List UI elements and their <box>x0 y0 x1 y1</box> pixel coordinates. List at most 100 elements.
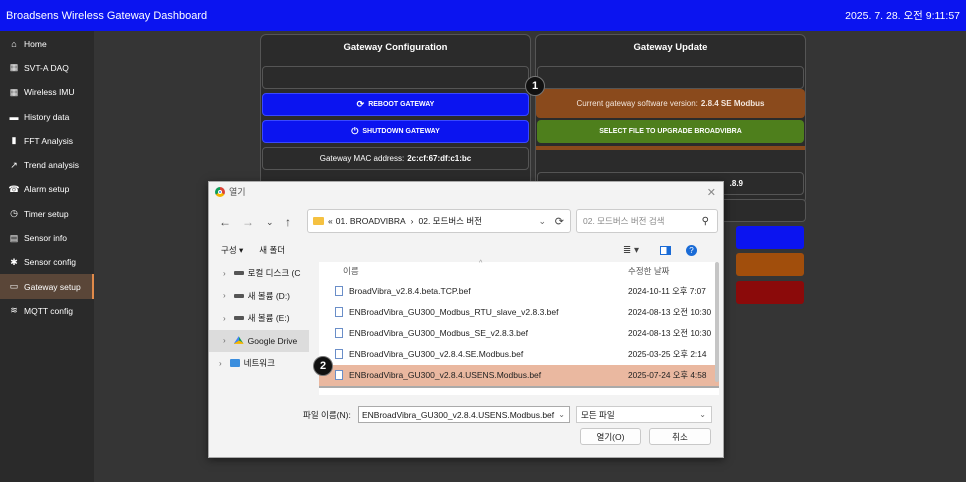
folder-icon: ▬ <box>9 111 19 122</box>
sidebar-item[interactable]: ▦ Wireless IMU <box>0 80 94 104</box>
app-title: Broadsens Wireless Gateway Dashboard <box>6 9 208 22</box>
sidebar-item-label: Home <box>24 38 47 49</box>
cancel-button[interactable]: 취소 <box>649 428 711 445</box>
select-file-button[interactable]: SELECT FILE TO UPGRADE BROADVIBRA <box>537 120 804 143</box>
forward-arrow-icon[interactable]: → <box>242 215 254 229</box>
help-icon[interactable]: ? <box>686 244 697 256</box>
sidebar-item[interactable]: ▦ SVT-A DAQ <box>0 56 94 80</box>
file-type-select[interactable]: 모든 파일 ⌄ <box>576 406 712 423</box>
nav-item[interactable]: › 새 볼륨 (D:) <box>209 285 309 308</box>
red-action-button[interactable] <box>736 281 804 304</box>
sidebar-item[interactable]: ⌂ Home <box>0 32 94 56</box>
view-options-icon[interactable]: ≣ ▾ <box>623 245 639 256</box>
sidebar-item[interactable]: ✱ Sensor config <box>0 250 94 274</box>
file-icon <box>335 285 343 296</box>
file-row[interactable]: ENBroadVibra_GU300_Modbus_RTU_slave_v2.8… <box>319 301 719 322</box>
laptop-icon: ▭ <box>9 281 19 292</box>
close-icon[interactable]: ✕ <box>707 186 716 199</box>
google-drive-icon <box>233 336 244 344</box>
nav-item-label: 네트워크 <box>243 358 275 369</box>
file-type-value: 모든 파일 <box>581 409 615 420</box>
sidebar-item[interactable]: ☎ Alarm setup <box>0 177 94 201</box>
breadcrumb-prefix: « <box>328 216 333 226</box>
bar-chart-icon: ▮ <box>11 135 17 146</box>
blue-action-button[interactable] <box>736 226 804 249</box>
toolbar: 구성 ▾ 새 폴더 ≣ ▾ ? <box>221 242 713 258</box>
sidebar-item[interactable]: ≋ MQTT config <box>0 299 94 323</box>
column-name[interactable]: 이름 <box>343 265 359 277</box>
chevron-down-icon[interactable]: ⌄ <box>538 216 546 227</box>
sidebar-item[interactable]: ▭ Gateway setup <box>0 274 94 299</box>
filename-row: 파일 이름(N): ENBroadVibra_GU300_v2.8.4.USEN… <box>209 406 723 423</box>
file-name: ENBroadVibra_GU300_v2.8.4.USENS.Modbus.b… <box>349 370 542 381</box>
breadcrumb-item-1[interactable]: 01. BROADVIBRA <box>336 216 406 226</box>
file-date: 2024-08-13 오전 10:30 <box>628 327 712 338</box>
file-date: 2025-03-25 오후 2:14 <box>628 349 707 360</box>
reboot-gateway-button[interactable]: ⟳ REBOOT GATEWAY <box>262 93 529 116</box>
step-badge-2: 2 <box>313 356 333 376</box>
gateway-configuration-panel: Gateway Configuration ⟳ REBOOT GATEWAY ⏻… <box>260 34 531 204</box>
nav-item[interactable]: › 로컬 디스크 (C <box>209 262 309 285</box>
folder-icon <box>313 217 324 225</box>
chevron-right-icon[interactable]: › <box>223 291 226 300</box>
nav-item[interactable]: › 새 볼륨 (E:) <box>209 307 309 330</box>
sidebar-item[interactable]: ↗ Trend analysis <box>0 153 94 177</box>
filename-input[interactable]: ENBroadVibra_GU300_v2.8.4.USENS.Modbus.b… <box>358 406 570 423</box>
drive-icon <box>233 316 244 321</box>
gear-icon: ✱ <box>10 256 18 267</box>
new-folder-button[interactable]: 새 폴더 <box>259 244 285 256</box>
chevron-right-icon[interactable]: › <box>223 269 226 278</box>
open-button[interactable]: 열기(O) <box>580 428 641 445</box>
chevron-down-icon[interactable]: ⌄ <box>266 217 274 228</box>
file-row[interactable]: BroadVibra_v2.8.4.beta.TCP.bef 2024-10-11… <box>319 280 719 301</box>
search-placeholder: 02. 모드버스 버전 검색 <box>583 216 665 226</box>
navigation-pane: › 로컬 디스크 (C › 새 볼륨 (D:) › 새 볼륨 (E:) › Google Dr… <box>209 262 309 395</box>
chevron-right-icon[interactable]: › <box>223 314 226 323</box>
sidebar-item[interactable]: ▤ Sensor info <box>0 226 94 250</box>
clock-icon: ◷ <box>10 208 18 219</box>
nav-item[interactable]: › 네트워크 <box>209 352 309 375</box>
file-date: 2025-07-24 오후 4:58 <box>628 370 707 381</box>
preview-pane-icon[interactable] <box>660 245 671 255</box>
search-icon: ⚲ <box>701 215 709 227</box>
grid-icon: ▦ <box>9 86 19 97</box>
drive-icon <box>233 271 244 276</box>
sidebar-item[interactable]: ▬ History data <box>0 104 94 128</box>
software-version-row: Current gateway software version: 2.8.4 … <box>536 89 805 118</box>
panel-title: Gateway Update <box>633 41 708 53</box>
sidebar-item-label: Trend analysis <box>24 160 79 171</box>
scrollbar[interactable] <box>715 262 719 382</box>
mac-label: Gateway MAC address: <box>319 154 405 163</box>
sidebar-item[interactable]: ◷ Timer setup <box>0 202 94 226</box>
sidebar-item[interactable]: ▮ FFT Analysis <box>0 129 94 153</box>
power-icon: ⏻ <box>351 126 359 136</box>
back-arrow-icon[interactable]: ← <box>219 215 231 229</box>
breadcrumb-item-2[interactable]: 02. 모드버스 버전 <box>419 215 482 227</box>
chevron-right-icon[interactable]: › <box>219 359 222 368</box>
address-row: ← → ⌄ ↑ « 01. BROADVIBRA › 02. 모드버스 버전 ⌄… <box>209 209 723 233</box>
file-row[interactable]: ENBroadVibra_GU300_v2.8.4.SE.Modbus.bef 2… <box>319 344 719 365</box>
top-bar: Broadsens Wireless Gateway Dashboard 202… <box>0 0 966 31</box>
organize-button[interactable]: 구성 ▾ <box>221 244 243 256</box>
file-row[interactable]: ENBroadVibra_GU300_v2.8.4.USENS.Modbus.b… <box>319 364 719 389</box>
nav-item[interactable]: › Google Drive <box>209 329 309 352</box>
shutdown-gateway-button[interactable]: ⏻ SHUTDOWN GATEWAY <box>262 120 529 143</box>
address-bar[interactable]: « 01. BROADVIBRA › 02. 모드버스 버전 ⌄ ⟳ <box>307 209 571 233</box>
orange-action-button[interactable] <box>736 253 804 276</box>
refresh-icon[interactable]: ⟳ <box>555 215 564 228</box>
clock: 2025. 7. 28. 오전 9:11:57 <box>845 10 960 22</box>
blank-row <box>537 66 804 89</box>
file-icon <box>335 349 343 360</box>
file-name: ENBroadVibra_GU300_Modbus_RTU_slave_v2.8… <box>349 306 559 317</box>
chevron-right-icon[interactable]: › <box>223 336 226 345</box>
file-icon <box>335 370 343 381</box>
filename-label: 파일 이름(N): <box>303 410 351 420</box>
column-date[interactable]: 수정한 날짜 <box>628 265 669 277</box>
file-row[interactable]: ENBroadVibra_GU300_Modbus_SE_v2.8.3.bef 2… <box>319 322 719 343</box>
sort-caret-icon: ^ <box>479 260 483 267</box>
dialog-title-bar: 열기 <box>209 182 723 201</box>
search-field[interactable]: 02. 모드버스 버전 검색 ⚲ <box>576 209 718 233</box>
chevron-down-icon[interactable]: ⌄ <box>558 410 565 419</box>
nav-item-label: 새 볼륨 (E:) <box>247 313 290 324</box>
up-arrow-icon[interactable]: ↑ <box>285 215 291 229</box>
